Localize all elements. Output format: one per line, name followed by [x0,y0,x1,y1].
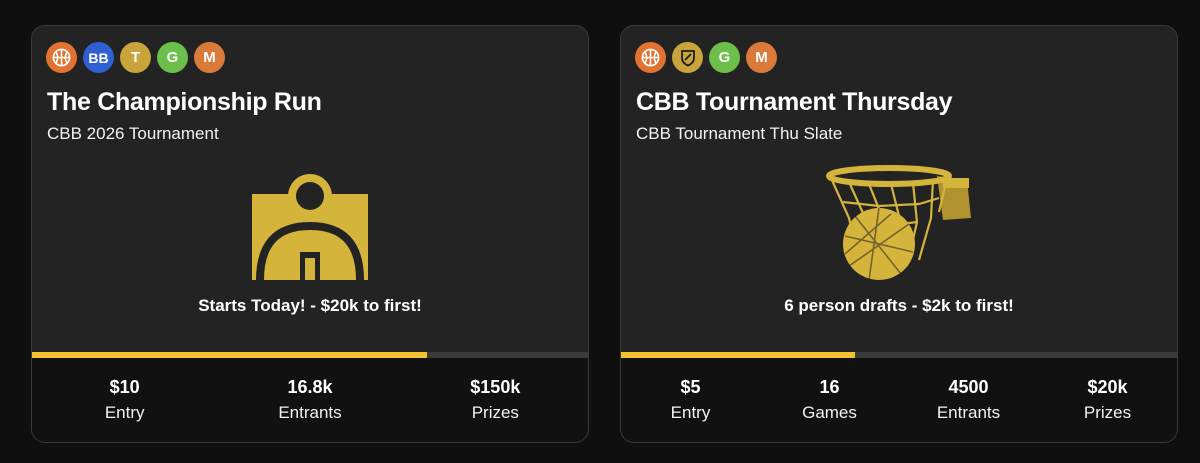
stat-label: Entrants [278,403,342,422]
stat-label: Entrants [936,403,1001,422]
contest-card-championship-run[interactable]: BB T G M The Championship Run CBB 2026 T… [31,25,589,443]
stat-label: Prizes [1083,403,1132,422]
stat-entry: $10 Entry [85,374,165,426]
badge-t: T [120,42,151,73]
stat-value: 16.8k [287,377,333,397]
stat-prizes: $150k Prizes [455,374,535,426]
stat-entry: $5 Entry [651,374,731,426]
stat-games: 16 Games [790,374,870,426]
card-subtitle: CBB Tournament Thu Slate [636,124,843,143]
stats-row: $10 Entry 16.8k Entrants $150k Prizes [32,358,588,442]
stat-entrants: 16.8k Entrants [270,374,350,426]
stat-entrants: 4500 Entrants [929,374,1009,426]
stat-value: $10 [109,377,140,397]
basketball-court-icon [32,170,588,280]
card-title: The Championship Run [47,88,322,116]
card-tagline: Starts Today! - $20k to first! [198,296,422,315]
stat-prizes: $20k Prizes [1068,374,1148,426]
contest-card-cbb-thursday[interactable]: G M CBB Tournament Thursday CBB Tourname… [620,25,1178,443]
stat-value: $20k [1087,377,1128,397]
stat-label: Entry [670,403,711,422]
stat-value: $150k [470,377,521,397]
basketball-hoop-icon [621,162,1177,287]
stat-label: Prizes [471,403,519,422]
stat-label: Entry [104,403,145,422]
badge-m: M [746,42,777,73]
stats-row: $5 Entry 16 Games 4500 Entrants $20k Pri… [621,358,1177,442]
card-subtitle: CBB 2026 Tournament [47,124,219,143]
badge-m: M [194,42,225,73]
badge-g: G [157,42,188,73]
badge-bb: BB [83,42,114,73]
basketball-icon [635,42,666,73]
sport-badges: BB T G M [46,42,225,73]
stat-value: $5 [680,377,701,397]
sport-badges: G M [635,42,777,73]
card-title: CBB Tournament Thursday [636,88,953,116]
stat-label: Games [802,403,857,422]
stat-value: 16 [819,377,840,397]
badge-g: G [709,42,740,73]
stat-value: 4500 [948,377,989,397]
shield-icon [672,42,703,73]
basketball-icon [46,42,77,73]
card-tagline: 6 person drafts - $2k to first! [784,296,1014,315]
